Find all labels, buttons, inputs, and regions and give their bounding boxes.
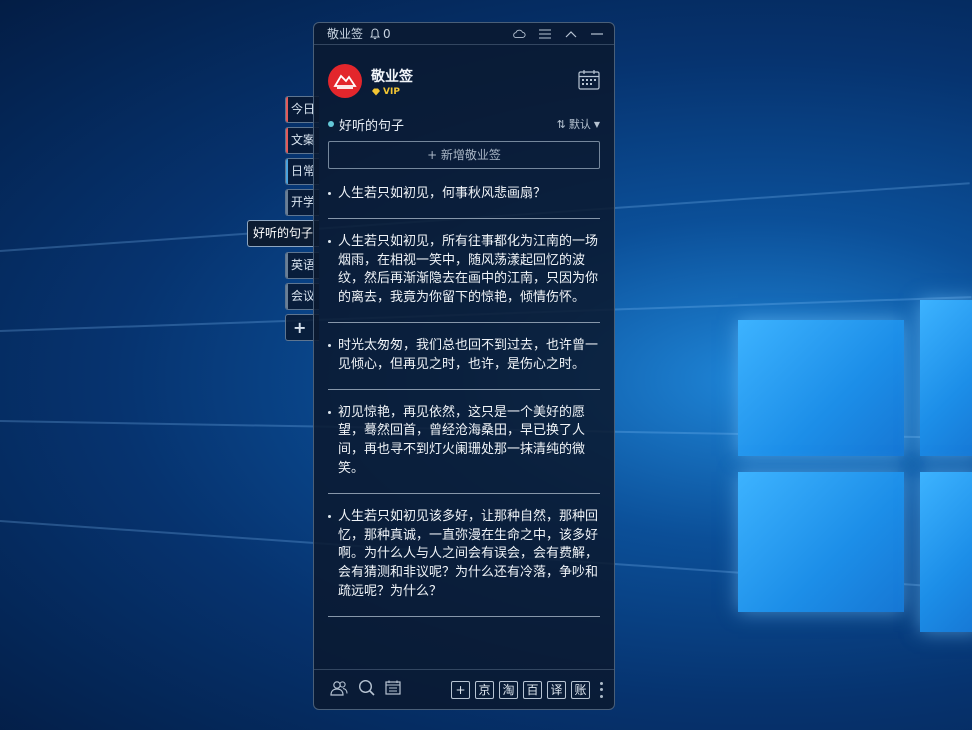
note-text: 人生若只如初见，所有往事都化为江南的一场烟雨，在相视一笑中，随风荡漾起回忆的波纹… bbox=[338, 233, 599, 306]
diamond-icon bbox=[372, 88, 380, 95]
add-category-label: + bbox=[293, 318, 307, 337]
logo-pane bbox=[920, 472, 972, 632]
user-name: 敬业签 bbox=[371, 68, 413, 85]
note-text: 时光太匆匆，我们总也回不到过去，也许曾一见倾心，但再见之时，也许，是伤心之时。 bbox=[338, 337, 599, 372]
list-header: 好听的句子 ⇅ 默认 ▼ bbox=[314, 109, 614, 139]
notification-count: 0 bbox=[383, 26, 391, 41]
baidu-button[interactable]: 百 bbox=[523, 680, 542, 699]
windows-logo bbox=[738, 300, 972, 640]
note-text: 初见惊艳，再见依然，这只是一个美好的愿望，蓦然回首，曾经沧海桑田，早已换了人间，… bbox=[338, 404, 586, 476]
chevron-down-icon: ▼ bbox=[593, 119, 600, 129]
category-marker bbox=[286, 159, 288, 184]
note-text: 人生若只如初见，何事秋风悲画扇？ bbox=[338, 186, 547, 201]
notes-list: 人生若只如初见，何事秋风悲画扇？ 人生若只如初见，所有往事都化为江南的一场烟雨，… bbox=[314, 185, 614, 617]
bell-icon bbox=[370, 27, 380, 39]
titlebar[interactable]: 敬业签 0 bbox=[314, 23, 614, 45]
vip-label: VIP bbox=[383, 86, 400, 97]
category-label: 会议 bbox=[291, 289, 316, 303]
menu-icon[interactable] bbox=[538, 27, 552, 41]
sort-label: 默认 bbox=[568, 118, 591, 131]
category-label: 今日 bbox=[291, 102, 316, 116]
quick-buttons: + 京 淘 百 译 账 bbox=[451, 680, 604, 699]
note-item[interactable]: 人生若只如初见，所有往事都化为江南的一场烟雨，在相视一笑中，随风荡漾起回忆的波纹… bbox=[328, 233, 600, 323]
sort-icon: ⇅ bbox=[556, 117, 566, 131]
more-vertical-icon[interactable] bbox=[598, 681, 604, 698]
list-color-dot bbox=[328, 121, 334, 127]
category-label: 开学 bbox=[291, 195, 316, 209]
bullet bbox=[328, 343, 331, 347]
collapse-icon[interactable] bbox=[564, 27, 578, 41]
logo-pane bbox=[738, 320, 904, 456]
sort-dropdown[interactable]: ⇅ 默认 ▼ bbox=[557, 116, 600, 132]
taobao-button[interactable]: 淘 bbox=[499, 680, 518, 699]
quick-add-button[interactable]: + bbox=[451, 680, 470, 699]
category-marker bbox=[286, 253, 288, 278]
note-item[interactable]: 人生若只如初见，何事秋风悲画扇？ bbox=[328, 185, 600, 219]
jd-button[interactable]: 京 bbox=[475, 680, 494, 699]
category-label: 好听的句子 bbox=[253, 226, 314, 240]
category-tab-nice-sentences[interactable]: 好听的句子 bbox=[247, 220, 319, 247]
bottom-toolbar: + 京 淘 百 译 账 bbox=[314, 669, 614, 709]
note-text: 人生若只如初见该多好，让那种自然，那种回忆，那种真诚，一直弥漫在生命之中，该多好… bbox=[338, 508, 599, 599]
note-item[interactable]: 时光太匆匆，我们总也回不到过去，也许曾一见倾心，但再见之时，也许，是伤心之时。 bbox=[328, 337, 600, 390]
note-item[interactable]: 初见惊艳，再见依然，这只是一个美好的愿望，蓦然回首，曾经沧海桑田，早已换了人间，… bbox=[328, 404, 600, 494]
note-window: 敬业签 0 敬业签 VIP 好听的句子 ⇅ 默认 ▼ + 新增敬业签 人生若只如… bbox=[313, 22, 615, 710]
logo-icon bbox=[333, 74, 357, 89]
category-label: 英语 bbox=[291, 258, 316, 272]
vip-badge: VIP bbox=[371, 87, 413, 97]
calendar-list-icon[interactable] bbox=[385, 680, 401, 699]
bottom-left-tools bbox=[330, 679, 401, 700]
titlebar-controls bbox=[512, 27, 604, 41]
bullet bbox=[328, 239, 331, 243]
category-marker bbox=[286, 128, 288, 153]
bullet bbox=[328, 514, 331, 518]
category-label: 日常 bbox=[291, 164, 316, 178]
category-marker bbox=[286, 284, 288, 309]
notification-indicator[interactable]: 0 bbox=[369, 27, 391, 41]
list-title: 好听的句子 bbox=[339, 118, 405, 134]
logo-pane bbox=[738, 472, 904, 612]
add-note-button[interactable]: + 新增敬业签 bbox=[328, 141, 600, 169]
translate-button[interactable]: 译 bbox=[547, 680, 566, 699]
minimize-icon[interactable] bbox=[590, 27, 604, 41]
category-label: 文案 bbox=[291, 133, 316, 147]
category-marker bbox=[286, 190, 288, 215]
bullet bbox=[328, 192, 331, 195]
profile-section: 敬业签 VIP bbox=[314, 45, 614, 107]
bullet bbox=[328, 410, 331, 414]
calendar-icon[interactable] bbox=[578, 69, 600, 94]
avatar[interactable] bbox=[328, 64, 362, 98]
contacts-icon[interactable] bbox=[330, 680, 348, 700]
logo-pane bbox=[920, 300, 972, 456]
category-marker bbox=[286, 97, 288, 122]
note-item[interactable]: 人生若只如初见该多好，让那种自然，那种回忆，那种真诚，一直弥漫在生命之中，该多好… bbox=[328, 508, 600, 617]
cloud-icon[interactable] bbox=[512, 27, 526, 41]
profile-info: 敬业签 VIP bbox=[371, 66, 413, 97]
accounting-button[interactable]: 账 bbox=[571, 680, 590, 699]
search-icon[interactable] bbox=[358, 679, 375, 700]
app-name: 敬业签 bbox=[327, 27, 364, 41]
